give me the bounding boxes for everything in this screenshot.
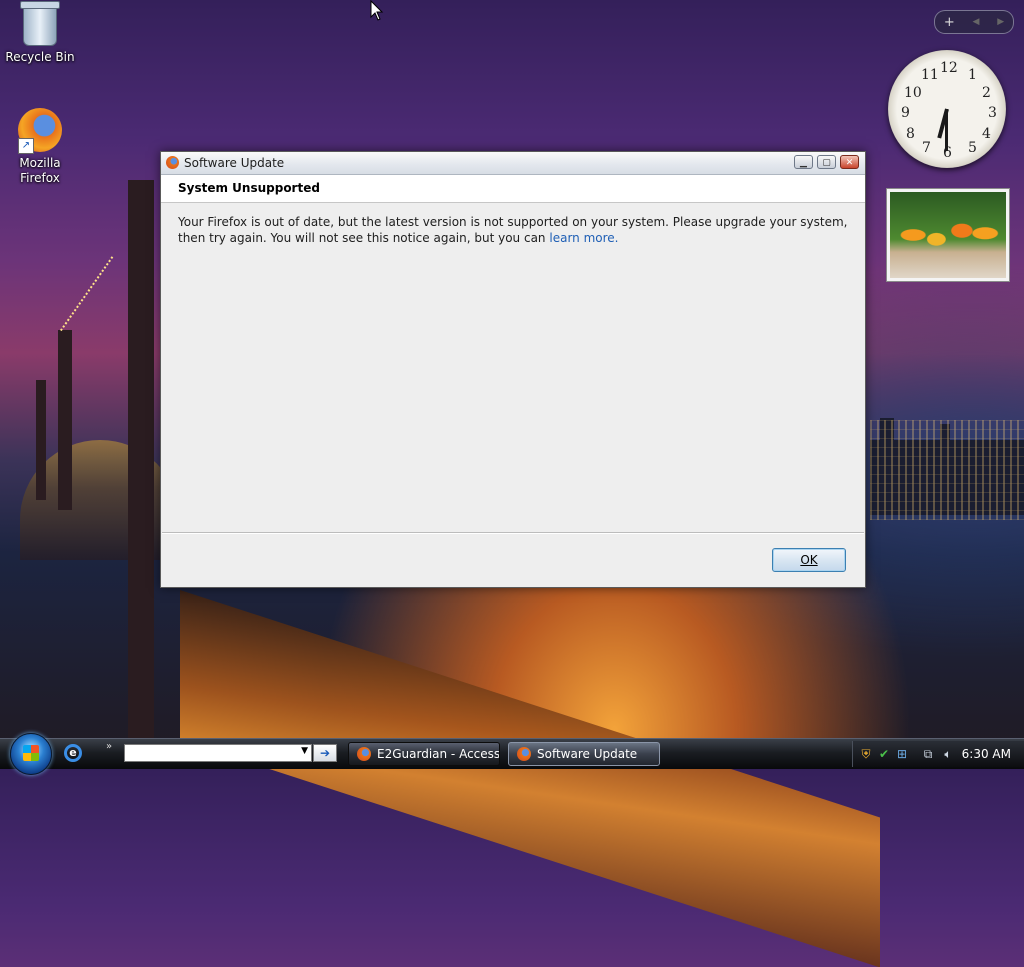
recycle-bin-icon xyxy=(20,1,60,46)
desktop-icon-recycle-bin[interactable]: Recycle Bin xyxy=(0,1,80,65)
clock-numeral: 1 xyxy=(968,67,977,83)
clock-numeral: 8 xyxy=(906,126,915,142)
clock-gadget[interactable]: 12 1 2 3 4 5 6 7 8 9 10 11 xyxy=(888,50,1006,168)
maximize-button[interactable]: ▢ xyxy=(817,155,836,169)
clock-time[interactable]: 6:30 AM xyxy=(962,747,1011,761)
task-e2guardian[interactable]: E2Guardian - Access... xyxy=(348,742,500,766)
software-update-dialog: Software Update ▁ ▢ ✕ System Unsupported… xyxy=(160,151,866,588)
volume-icon[interactable]: 🔈︎ xyxy=(941,747,955,761)
clock-numeral: 10 xyxy=(904,85,922,101)
clock-numeral: 12 xyxy=(940,60,958,76)
clock-numeral: 2 xyxy=(982,85,991,101)
dialog-titlebar[interactable]: Software Update ▁ ▢ ✕ xyxy=(161,152,865,175)
wallpaper-tower xyxy=(36,380,46,500)
desktop-icon-label: Mozilla Firefox xyxy=(19,156,61,185)
parrots-photo xyxy=(890,192,1006,278)
desktop-icon-firefox[interactable]: ↗ Mozilla Firefox xyxy=(0,108,80,186)
quick-launch-chevron-icon[interactable]: » xyxy=(106,741,112,752)
system-tray: ⛨ ✔ ⊞ ⧉ 🔈︎ 6:30 AM xyxy=(852,741,1024,767)
clock-numeral: 9 xyxy=(901,105,910,121)
clock-numeral: 3 xyxy=(988,105,997,121)
mouse-cursor-icon xyxy=(370,0,384,21)
task-label: Software Update xyxy=(537,747,638,761)
learn-more-link[interactable]: learn more. xyxy=(549,231,618,245)
wallpaper-cable xyxy=(60,256,114,332)
start-button[interactable] xyxy=(10,733,52,775)
clock-numeral: 4 xyxy=(982,126,991,142)
ok-button[interactable]: OK xyxy=(772,548,846,572)
previous-gadget-button[interactable]: ◀ xyxy=(973,17,980,27)
wallpaper-city-lights xyxy=(870,420,1024,520)
clock-numeral: 5 xyxy=(968,140,977,156)
slideshow-gadget[interactable] xyxy=(886,188,1010,282)
dialog-separator xyxy=(162,532,864,534)
firefox-icon xyxy=(517,747,531,761)
go-arrow-button[interactable]: ➔ xyxy=(313,744,337,762)
network-check-icon[interactable]: ✔ xyxy=(877,747,891,761)
desktop-icon-label: Recycle Bin xyxy=(5,50,75,64)
add-gadget-button[interactable]: + xyxy=(944,15,955,30)
dialog-heading: System Unsupported xyxy=(178,181,320,195)
address-input[interactable]: ▼ xyxy=(124,744,312,762)
security-shield-icon[interactable]: ⛨ xyxy=(859,747,873,761)
network-icon[interactable]: ⧉ xyxy=(921,747,935,761)
dialog-message: Your Firefox is out of date, but the lat… xyxy=(178,214,848,246)
taskbar: e » ▼ ➔ E2Guardian - Access... Software … xyxy=(0,733,1024,775)
firefox-icon xyxy=(357,747,371,761)
wallpaper-tower xyxy=(128,180,154,740)
clock-numeral: 7 xyxy=(922,140,931,156)
dialog-title: Software Update xyxy=(184,156,285,170)
wallpaper-tower xyxy=(58,330,72,510)
shortcut-arrow-icon: ↗ xyxy=(18,138,34,154)
task-software-update[interactable]: Software Update xyxy=(508,742,660,766)
clock-numeral: 11 xyxy=(921,67,939,83)
gadget-controls: + ◀ ▶ xyxy=(934,10,1014,34)
firefox-icon xyxy=(166,156,179,169)
wallpaper-deck xyxy=(180,590,880,967)
task-label: E2Guardian - Access... xyxy=(377,747,500,761)
chevron-down-icon[interactable]: ▼ xyxy=(301,746,308,756)
windows-flag-icon[interactable]: ⊞ xyxy=(895,747,909,761)
message-text: Your Firefox is out of date, but the lat… xyxy=(178,215,848,245)
minimize-button[interactable]: ▁ xyxy=(794,155,813,169)
firefox-icon: ↗ xyxy=(18,108,62,154)
dialog-header: System Unsupported xyxy=(161,175,865,203)
next-gadget-button[interactable]: ▶ xyxy=(997,17,1004,27)
close-button[interactable]: ✕ xyxy=(840,155,859,169)
internet-explorer-icon[interactable]: e xyxy=(64,744,82,762)
clock-minute-hand xyxy=(945,109,948,151)
